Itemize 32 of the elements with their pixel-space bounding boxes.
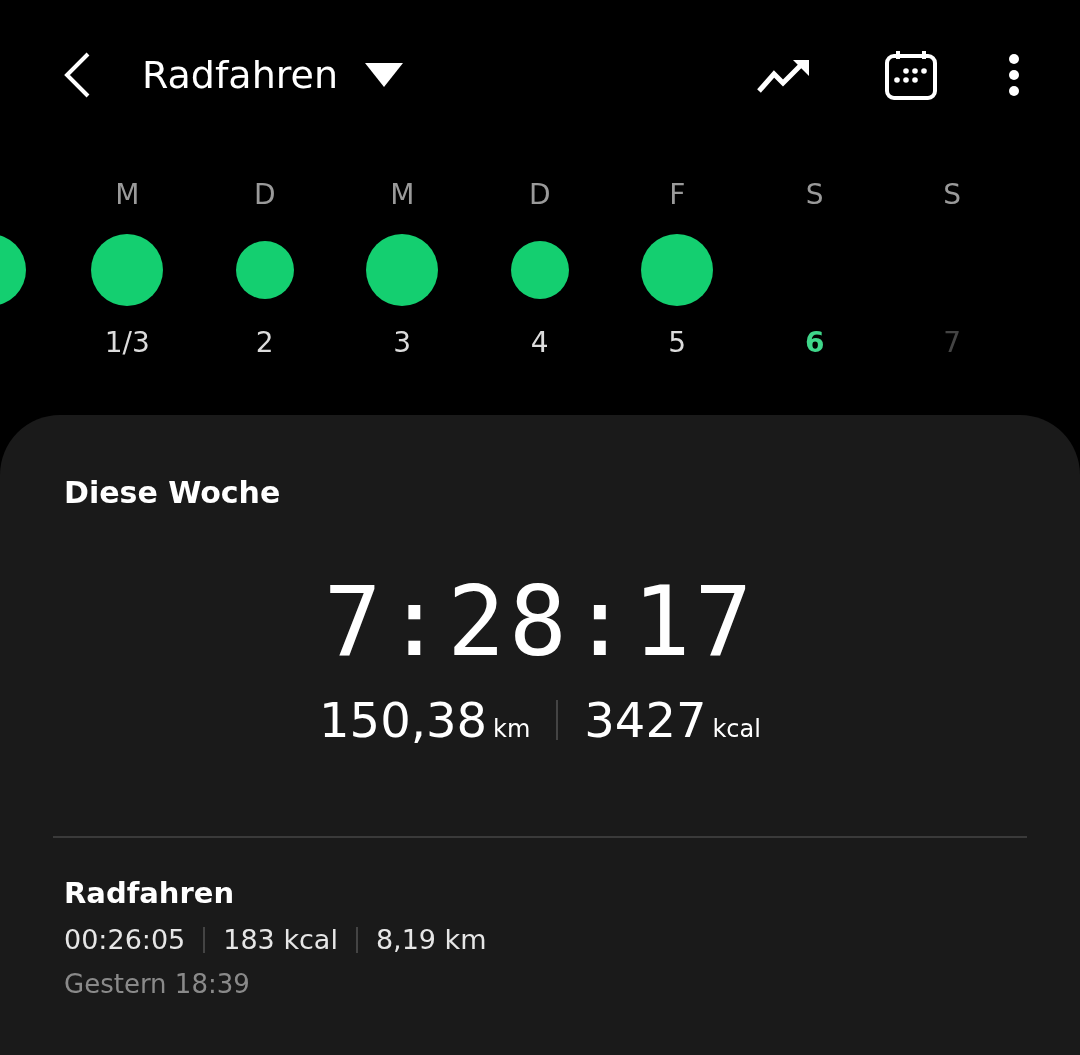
activity-stat: 183 kcal (223, 924, 338, 955)
card-title: Diese Woche (64, 475, 282, 510)
activity-title[interactable]: Radfahren (64, 876, 1016, 910)
day-date[interactable]: 4 (530, 326, 549, 359)
day-date[interactable]: 1/3 (104, 326, 150, 359)
day-date[interactable]: 6 (805, 326, 825, 359)
back-button[interactable] (62, 51, 92, 99)
activity-dropdown[interactable]: Radfahren (142, 53, 404, 97)
calendar-icon (884, 49, 938, 101)
weekday-label: D (253, 178, 276, 208)
weekday-label: F (669, 178, 686, 208)
back-icon (62, 51, 92, 99)
activity-stat: 8,19 km (375, 924, 487, 955)
more-icon (1008, 53, 1020, 97)
day-date[interactable]: 5 (668, 326, 687, 359)
calendar-button[interactable] (884, 49, 938, 101)
day-date[interactable]: 2 (255, 326, 274, 359)
more-button[interactable] (1008, 53, 1020, 97)
weekday-label: S (805, 178, 824, 208)
total-calories: 3427 (584, 692, 707, 748)
dropdown-icon (364, 62, 404, 88)
weekday-label: M (115, 178, 140, 208)
total-duration: 7:28:17 (323, 566, 757, 678)
weekday-label: M (390, 178, 415, 208)
activity-stat: 00:26:05 (64, 924, 186, 955)
activity-time: Gestern 18:39 (64, 969, 251, 999)
weekday-label: S (943, 178, 962, 208)
total-distance: 150,38 (319, 692, 487, 748)
calorie-unit: kcal (712, 715, 761, 743)
day-date[interactable]: 3 (393, 326, 412, 359)
weekday-label: D (528, 178, 551, 208)
distance-unit: km (493, 715, 531, 743)
